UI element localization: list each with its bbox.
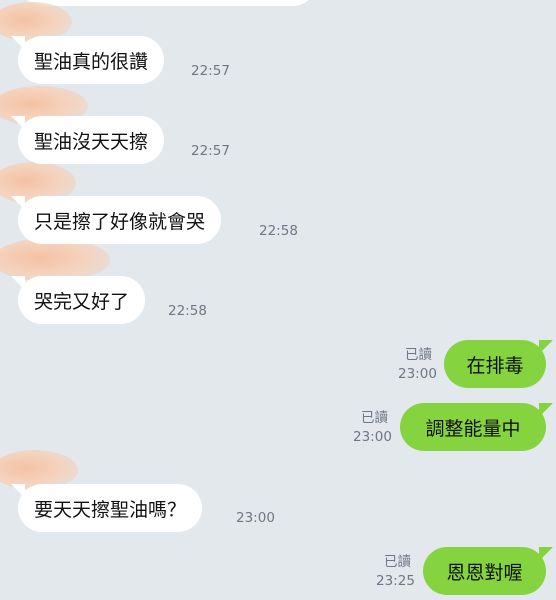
message-text: 聖油沒天天擦 xyxy=(34,130,149,153)
message-time: 23:00 xyxy=(353,429,392,445)
incoming-message-bubble[interactable]: 聖油沒天天擦 xyxy=(10,116,165,164)
message-text: 哭完又好了 xyxy=(34,290,130,313)
outgoing-message-bubble[interactable]: 調整能量中 xyxy=(400,403,553,451)
read-receipt: 已讀 xyxy=(384,554,411,570)
outgoing-message-bubble[interactable]: 恩恩對喔 xyxy=(423,547,553,595)
message-text: 只是擦了好像就會哭 xyxy=(34,210,206,233)
message-time: 22:58 xyxy=(259,223,298,239)
incoming-message-bubble[interactable]: 哭完又好了 xyxy=(10,276,146,324)
message-text: 聖油真的很讚 xyxy=(34,50,149,73)
message-time: 22:57 xyxy=(191,63,230,79)
message-text: 恩恩對喔 xyxy=(446,561,523,584)
read-receipt: 已讀 xyxy=(405,347,432,363)
message-time: 22:57 xyxy=(191,143,230,159)
message-text: 調整能量中 xyxy=(425,417,521,440)
incoming-message-bubble[interactable]: 只是擦了好像就會哭 xyxy=(10,196,222,244)
incoming-message-bubble[interactable]: 聖油真的很讚 xyxy=(10,36,165,84)
message-text: 要天天擦聖油嗎？ xyxy=(34,498,187,521)
read-receipt: 已讀 xyxy=(361,410,388,426)
message-time: 22:58 xyxy=(168,303,207,319)
incoming-message-bubble[interactable]: 要天天擦聖油嗎？ xyxy=(10,484,203,532)
message-time: 23:00 xyxy=(236,510,275,526)
message-time: 23:25 xyxy=(376,573,415,589)
partial-message-bubble[interactable] xyxy=(20,0,316,6)
outgoing-message-bubble[interactable]: 在排毒 xyxy=(444,340,553,388)
message-time: 23:00 xyxy=(398,366,437,382)
message-text: 在排毒 xyxy=(466,354,524,377)
chat-area: 聖油真的很讚 22:57 聖油沒天天擦 22:57 只是擦了好像就會哭 22:5… xyxy=(0,0,556,600)
